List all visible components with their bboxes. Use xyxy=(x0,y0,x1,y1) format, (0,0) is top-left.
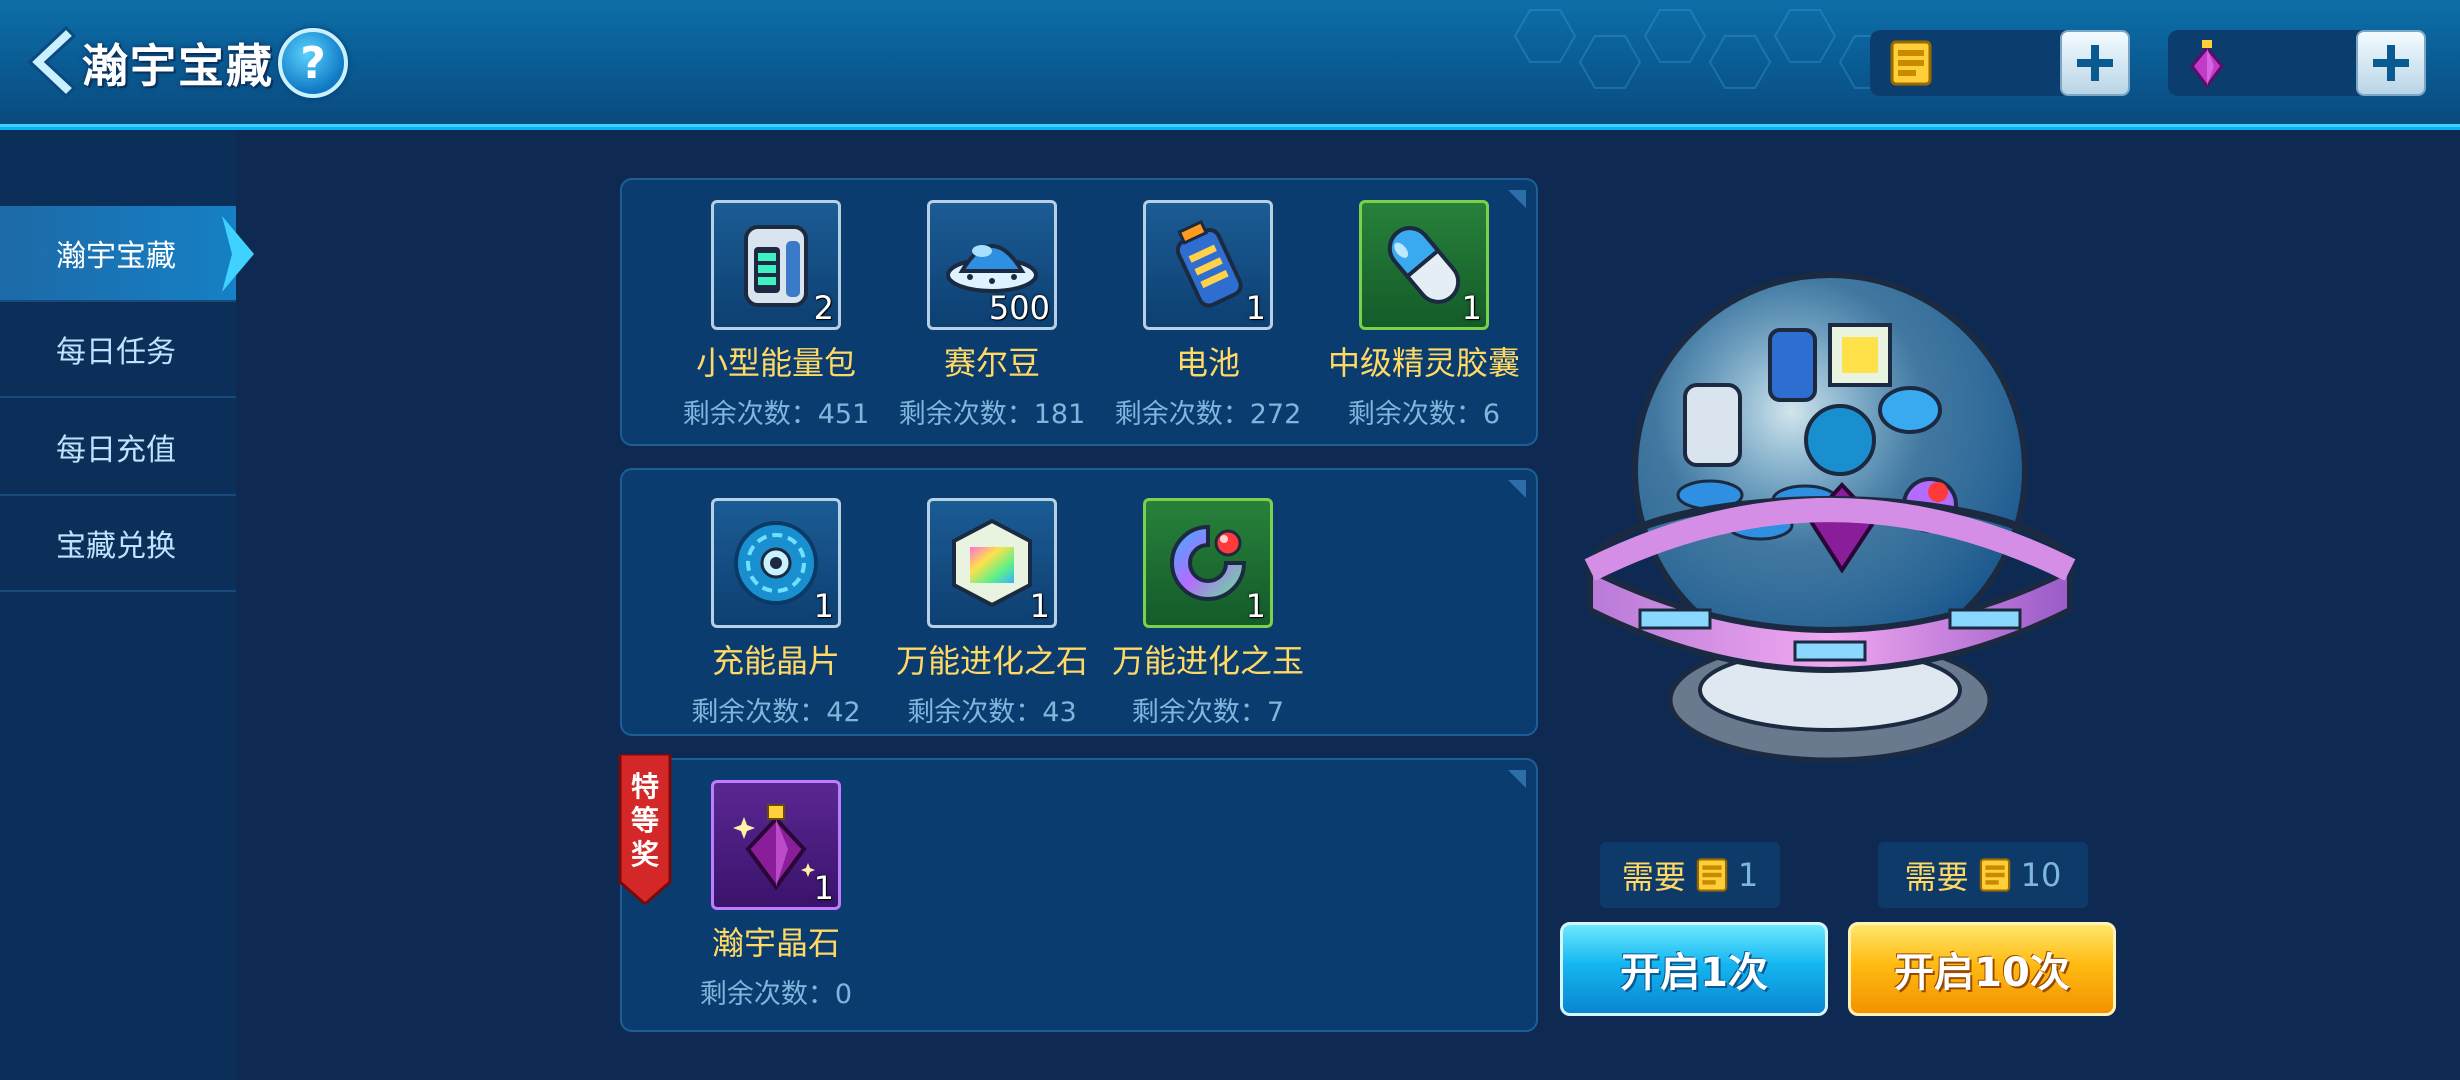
item-remaining: 剩余次数：43 xyxy=(907,697,1077,728)
item-name: 充能晶片 xyxy=(711,642,840,680)
item-count: 2 xyxy=(813,289,834,327)
sidebar-item-label: 每日充值 xyxy=(56,433,176,468)
reward-panel-row1: 2 小型能量包 剩余次数：451 500 赛尔豆 剩余次数：181 1 电池 剩… xyxy=(620,178,1538,446)
panel-corner-decoration xyxy=(1508,770,1526,788)
need-label: 需要 xyxy=(1904,858,1969,896)
reward-item[interactable]: 1 瀚宇晶石 剩余次数：0 xyxy=(668,780,884,1011)
battery-icon xyxy=(1175,219,1243,308)
help-button[interactable]: ? xyxy=(278,28,348,98)
crystal-icon xyxy=(2190,40,2224,89)
sidebar-item-treasure-exchange[interactable]: 宝藏兑换 xyxy=(0,496,236,592)
sidebar-item-label: 每日任务 xyxy=(56,335,176,370)
sidebar-item-daily-task[interactable]: 每日任务 xyxy=(0,302,236,398)
item-remaining: 剩余次数：272 xyxy=(1114,399,1302,430)
grand-prize-label: 特等奖 xyxy=(630,770,659,871)
capsule-icon xyxy=(1387,226,1461,304)
open-ten-times-button[interactable]: 开启10次 xyxy=(1848,922,2116,1016)
evolution-jade-icon xyxy=(1170,524,1247,601)
item-name: 赛尔豆 xyxy=(943,344,1040,382)
charge-chip-icon xyxy=(734,521,818,605)
item-remaining: 剩余次数：42 xyxy=(691,697,861,728)
item-count: 1 xyxy=(1245,587,1266,625)
item-remaining: 剩余次数：6 xyxy=(1347,399,1501,430)
cost-ten: 需要 10 xyxy=(1878,842,2088,908)
plus-icon xyxy=(2373,45,2409,81)
item-remaining: 剩余次数：451 xyxy=(682,399,870,430)
add-ticket-button[interactable] xyxy=(2060,30,2130,96)
item-name: 电池 xyxy=(1175,344,1240,382)
energy-pack-icon xyxy=(744,225,808,307)
sidebar-item-daily-recharge[interactable]: 每日充值 xyxy=(0,400,236,496)
reward-panel-row2: 1 充能晶片 剩余次数：42 1 万能进化之石 剩余次数：43 1 万能进化之玉 xyxy=(620,468,1538,736)
item-count: 500 xyxy=(988,289,1050,327)
cost-one: 需要 1 xyxy=(1600,842,1780,908)
plus-icon xyxy=(2077,45,2113,81)
item-count: 1 xyxy=(813,587,834,625)
reward-item[interactable]: 1 中级精灵胶囊 剩余次数：6 xyxy=(1316,200,1532,431)
reward-item[interactable]: 1 万能进化之石 剩余次数：43 xyxy=(884,498,1100,729)
item-remaining: 剩余次数：7 xyxy=(1131,697,1285,728)
reward-item[interactable]: 1 万能进化之玉 剩余次数：7 xyxy=(1100,498,1316,729)
item-frame: 1 xyxy=(1143,498,1273,628)
item-count: 1 xyxy=(1245,289,1266,327)
sidebar-item-hanyu-treasure[interactable]: 瀚宇宝藏 xyxy=(0,206,254,302)
item-frame: 1 xyxy=(927,498,1057,628)
item-name: 万能进化之石 xyxy=(895,642,1088,680)
hex-pattern-decoration xyxy=(1513,9,1902,89)
item-count: 1 xyxy=(813,869,834,907)
item-name: 瀚宇晶石 xyxy=(711,924,840,962)
item-name: 小型能量包 xyxy=(695,344,856,382)
need-ten-count: 10 xyxy=(2020,856,2062,894)
ticket-icon xyxy=(1979,858,2010,892)
hanyu-crystal-icon xyxy=(733,804,815,891)
panel-corner-decoration xyxy=(1508,480,1526,498)
item-remaining: 剩余次数：181 xyxy=(898,399,1086,430)
sidebar: 瀚宇宝藏 每日任务 每日充值 宝藏兑换 xyxy=(0,130,254,1080)
back-arrow-icon[interactable] xyxy=(22,22,82,102)
item-frame: 500 xyxy=(927,200,1057,330)
reward-item[interactable]: 2 小型能量包 剩余次数：451 xyxy=(668,200,884,431)
chevron-right-icon xyxy=(222,216,254,292)
reward-item[interactable]: 1 充能晶片 剩余次数：42 xyxy=(668,498,884,729)
item-name: 万能进化之玉 xyxy=(1111,642,1304,680)
item-frame: 1 xyxy=(711,498,841,628)
add-crystal-button[interactable] xyxy=(2356,30,2426,96)
item-frame: 1 xyxy=(1143,200,1273,330)
item-name: 中级精灵胶囊 xyxy=(1327,344,1520,382)
evolution-stone-icon xyxy=(952,518,1032,608)
item-count: 1 xyxy=(1029,587,1050,625)
sidebar-item-label: 宝藏兑换 xyxy=(56,529,176,564)
item-frame: 1 xyxy=(711,780,841,910)
item-frame: 2 xyxy=(711,200,841,330)
reward-item[interactable]: 1 电池 剩余次数：272 xyxy=(1100,200,1316,431)
page-title: 瀚宇宝藏 xyxy=(82,39,274,93)
item-frame: 1 xyxy=(1359,200,1489,330)
reward-item[interactable]: 500 赛尔豆 剩余次数：181 xyxy=(884,200,1100,431)
open-once-button[interactable]: 开启1次 xyxy=(1560,922,1828,1016)
top-bar: 瀚宇宝藏 ? 0 1 xyxy=(0,0,2460,130)
ticket-icon xyxy=(1696,858,1728,892)
item-count: 1 xyxy=(1461,289,1482,327)
grand-prize-ribbon: 特等奖 xyxy=(618,752,672,906)
item-remaining: 剩余次数：0 xyxy=(699,979,853,1010)
need-label: 需要 xyxy=(1621,858,1686,896)
need-one-count: 1 xyxy=(1737,856,1759,894)
ticket-icon xyxy=(1890,40,1932,86)
treasure-machine-illustration xyxy=(1584,272,2076,763)
reward-panel-grand-prize: 1 瀚宇晶石 剩余次数：0 xyxy=(620,758,1538,1032)
sidebar-item-label: 瀚宇宝藏 xyxy=(56,239,176,274)
